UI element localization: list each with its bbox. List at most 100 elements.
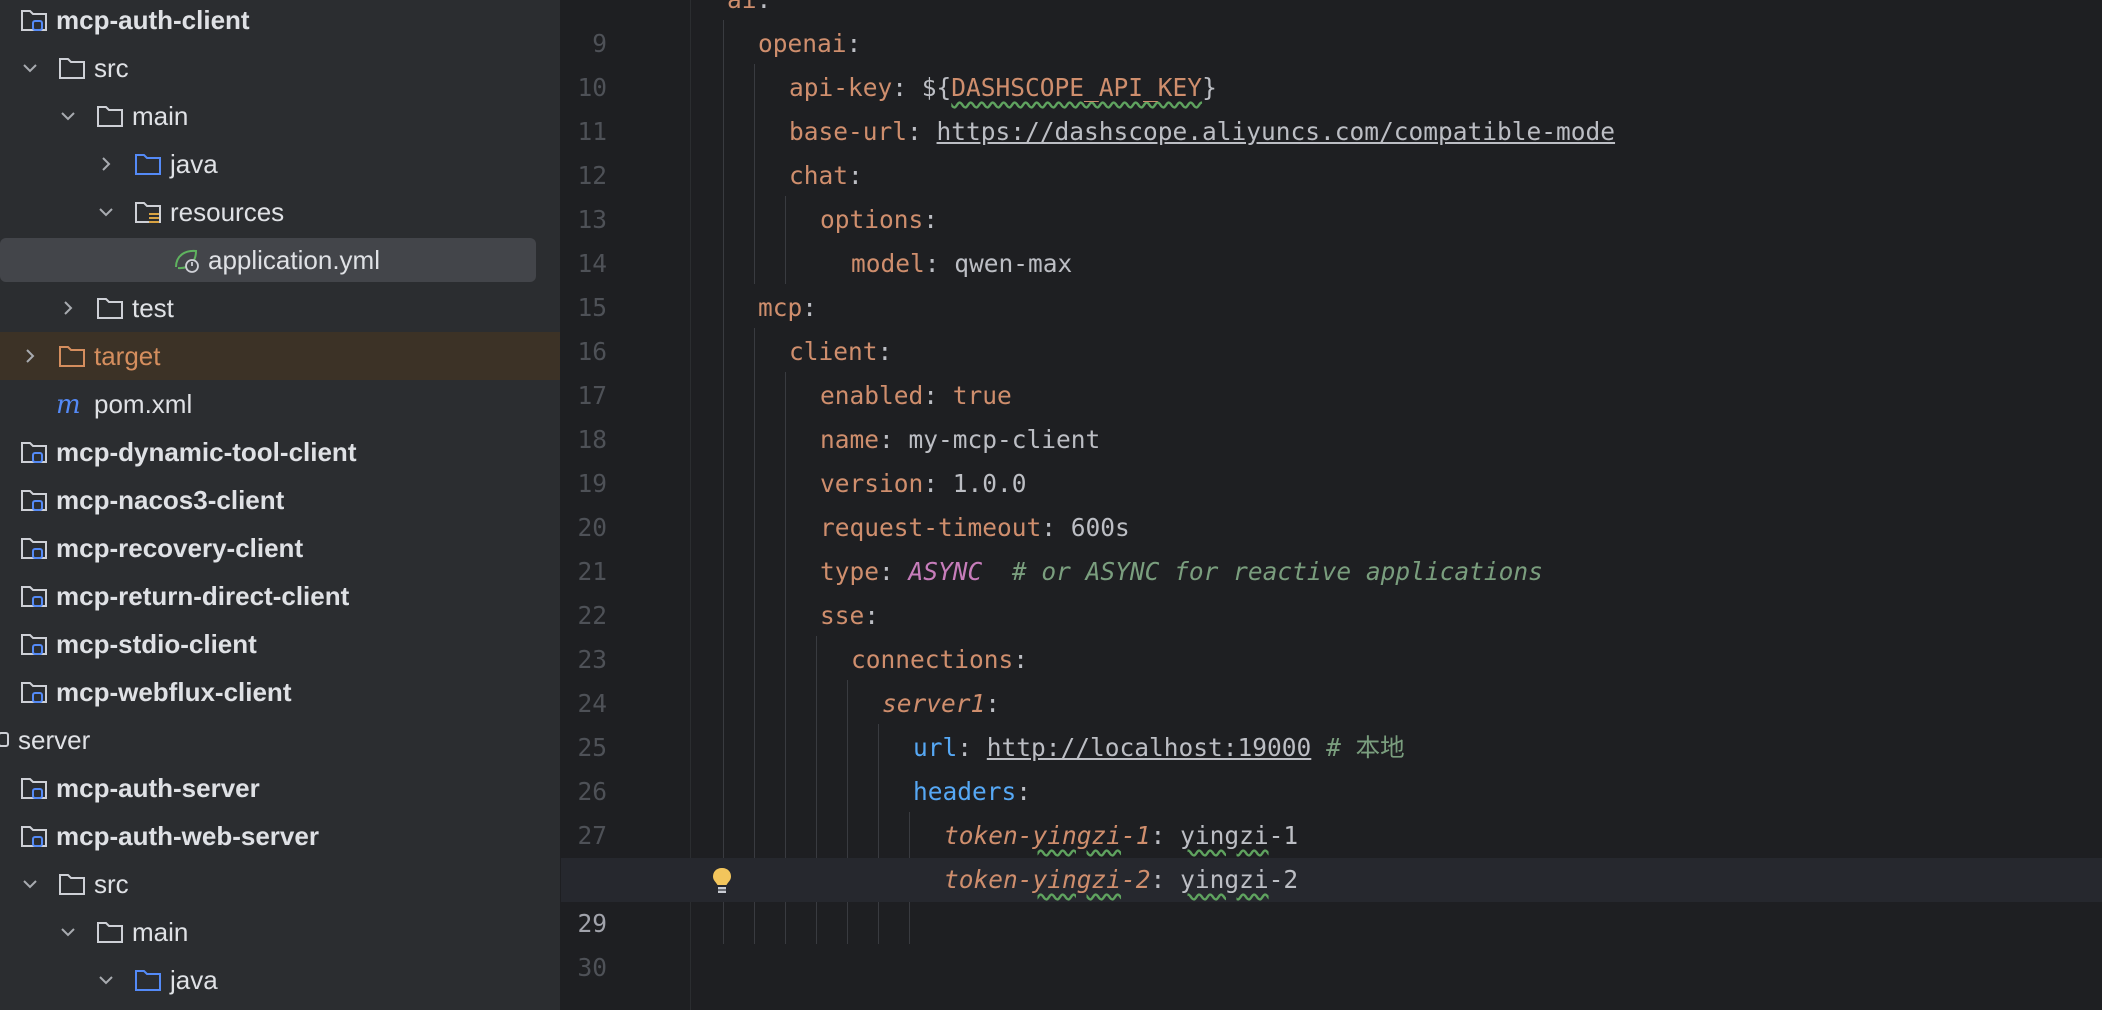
yaml-value-typo: yingzi	[1180, 821, 1269, 850]
code-line-12[interactable]: 12 base-url: https://dashscope.aliyuncs.…	[561, 110, 2102, 190]
tree-item-pom-xml[interactable]: m pom.xml	[0, 380, 560, 428]
code-line-24[interactable]: 24 connections:	[561, 638, 2102, 718]
excluded-folder-icon	[59, 346, 85, 367]
code-line-23[interactable]: 23 sse:	[561, 594, 2102, 674]
code-line-18[interactable]: 18 enabled: true	[561, 374, 2102, 454]
yaml-value: -2	[1268, 865, 1299, 894]
yaml-separator: :	[879, 425, 909, 454]
yaml-colon: :	[985, 689, 1001, 718]
yaml-separator: :	[957, 733, 987, 762]
tree-item-server[interactable]: server	[0, 716, 560, 764]
yaml-key: ai	[727, 0, 757, 14]
code-line-9[interactable]: 9 ai:	[561, 0, 2102, 58]
tree-item-label: src	[94, 53, 129, 83]
tree-item-mcp-auth-server[interactable]: mcp-auth-server	[0, 764, 560, 812]
tree-item-mcp-recovery-client[interactable]: mcp-recovery-client	[0, 524, 560, 572]
yaml-key: name	[820, 425, 880, 454]
chevron-right-icon[interactable]	[58, 298, 78, 318]
tree-item-label: main	[132, 917, 189, 947]
chevron-right-icon[interactable]	[96, 154, 116, 174]
yaml-separator: :	[924, 249, 955, 278]
tree-item-resources[interactable]: resources	[0, 188, 560, 236]
tree-item-application-yml[interactable]: application.yml	[0, 236, 560, 284]
tree-item-mcp-webflux-client[interactable]: mcp-webflux-client	[0, 668, 560, 716]
yaml-key: token-	[944, 865, 1033, 894]
code-line-14[interactable]: 14 options:	[561, 198, 2102, 278]
code-line-30[interactable]: 30	[561, 902, 2102, 982]
yaml-enum-value: ASYNC	[908, 557, 983, 586]
yaml-key: options	[820, 205, 924, 234]
chevron-right-icon[interactable]	[20, 346, 40, 366]
yaml-key: api-key	[789, 73, 893, 102]
code-line-29[interactable]: 29 token-yingzi-2: yingzi-2	[561, 858, 2102, 938]
yaml-colon: :	[1016, 777, 1032, 806]
tree-item-mcp-return-direct-client[interactable]: mcp-return-direct-client	[0, 572, 560, 620]
yaml-key: base-url	[789, 117, 908, 146]
folder-icon	[59, 58, 85, 79]
yaml-value: my-mcp-client	[908, 425, 1101, 454]
yaml-comment: # or ASYNC for reactive applications	[1011, 557, 1543, 586]
code-line-15[interactable]: 15 model: qwen-max	[561, 242, 2102, 322]
code-line-26[interactable]: 26 url: http://localhost:19000 # 本地	[561, 726, 2102, 806]
code-editor[interactable]: 9 ai: 10 openai: 11 api-key: ${DASHSCOPE…	[561, 0, 2102, 1010]
resources-folder-icon	[135, 202, 161, 223]
tree-item-mcp-stdio-client[interactable]: mcp-stdio-client	[0, 620, 560, 668]
yaml-colon: :	[1013, 645, 1029, 674]
yaml-key: url	[913, 733, 958, 762]
chevron-down-icon[interactable]	[20, 58, 40, 78]
code-line-16[interactable]: 16 mcp:	[561, 286, 2102, 366]
yaml-separator: :	[923, 381, 953, 410]
code-line-19[interactable]: 19 name: my-mcp-client	[561, 418, 2102, 498]
tree-item-mcp-nacos3-client[interactable]: mcp-nacos3-client	[0, 476, 560, 524]
tree-item-mcp-auth-client[interactable]: mcp-auth-client	[0, 0, 560, 44]
chevron-down-icon[interactable]	[58, 106, 78, 126]
yaml-key: version	[820, 469, 924, 498]
yaml-colon: :	[846, 29, 862, 58]
tree-item-src[interactable]: src	[0, 860, 560, 908]
yaml-key: type	[820, 557, 880, 586]
tree-item-java[interactable]: java	[0, 140, 560, 188]
code-line-28[interactable]: 28 token-yingzi-1: yingzi-1	[561, 814, 2102, 894]
module-folder-icon	[21, 442, 47, 463]
yaml-key: mcp	[758, 293, 803, 322]
tree-item-src[interactable]: src	[0, 44, 560, 92]
tree-item-mcp-auth-web-server[interactable]: mcp-auth-web-server	[0, 812, 560, 860]
yaml-separator: :	[1150, 821, 1181, 850]
folder-icon	[97, 106, 123, 127]
folder-icon	[97, 922, 123, 943]
code-line-22[interactable]: 22 type: ASYNC # or ASYNC for reactive a…	[561, 550, 2102, 630]
chevron-down-icon[interactable]	[96, 202, 116, 222]
chevron-down-icon[interactable]	[58, 922, 78, 942]
yaml-separator: :	[892, 73, 922, 102]
code-line-11[interactable]: 11 api-key: ${DASHSCOPE_API_KEY}	[561, 66, 2102, 146]
yaml-key: -1	[1121, 821, 1151, 850]
tree-item-java[interactable]: java	[0, 956, 560, 1004]
tree-item-mcp-dynamic-tool-client[interactable]: mcp-dynamic-tool-client	[0, 428, 560, 476]
tree-item-label: server	[18, 725, 91, 755]
code-line-10[interactable]: 10 openai:	[561, 22, 2102, 102]
chevron-down-icon[interactable]	[20, 874, 40, 894]
tree-item-target[interactable]: target	[0, 332, 560, 380]
yaml-key: request-timeout	[820, 513, 1042, 542]
code-line-21[interactable]: 21 request-timeout: 600s	[561, 506, 2102, 586]
code-line-25[interactable]: 25 server1:	[561, 682, 2102, 762]
tree-item-label: src	[94, 869, 129, 899]
module-folder-icon	[21, 586, 47, 607]
yaml-key: client	[789, 337, 878, 366]
url-link[interactable]: https://dashscope.aliyuncs.com/compatibl…	[937, 117, 1616, 146]
source-folder-icon	[135, 970, 161, 991]
folder-icon	[97, 298, 123, 319]
url-link[interactable]: http://localhost:19000	[987, 733, 1312, 762]
tree-item-main[interactable]: main	[0, 92, 560, 140]
tree-item-main[interactable]: main	[0, 908, 560, 956]
chevron-down-icon[interactable]	[96, 970, 116, 990]
intention-bulb-icon[interactable]	[711, 866, 733, 896]
code-line-27[interactable]: 27 headers:	[561, 770, 2102, 850]
yaml-separator: :	[907, 117, 937, 146]
code-line-13[interactable]: 13 chat:	[561, 154, 2102, 234]
module-folder-icon	[21, 538, 47, 559]
ide-window: mcp-auth-client src main java resources …	[0, 0, 2102, 1010]
tree-item-test[interactable]: test	[0, 284, 560, 332]
code-line-17[interactable]: 17 client:	[561, 330, 2102, 410]
code-line-20[interactable]: 20 version: 1.0.0	[561, 462, 2102, 542]
